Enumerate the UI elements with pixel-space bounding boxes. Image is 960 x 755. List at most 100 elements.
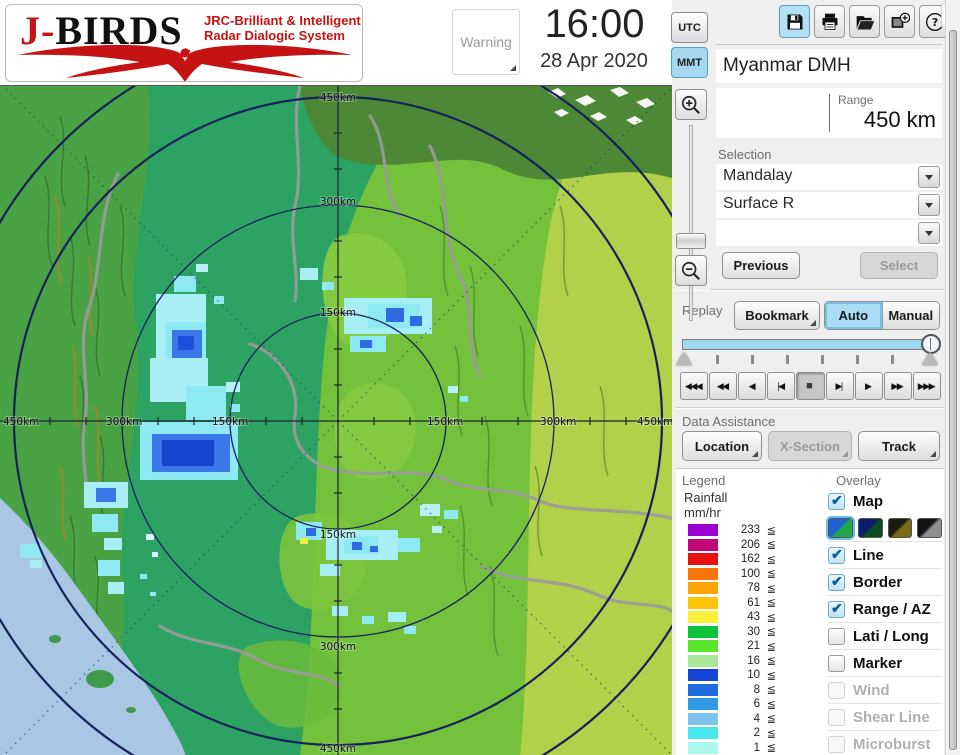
map-style-swatch-4[interactable]: [917, 518, 942, 538]
island: [49, 635, 61, 643]
map-zoom-column: [672, 85, 710, 321]
x-section-button[interactable]: X-Section: [768, 431, 852, 461]
legend-row: 78 ≦: [688, 581, 804, 596]
capture-add-button[interactable]: [884, 5, 915, 38]
chevron-down-icon: [925, 202, 933, 208]
zoom-slider-handle[interactable]: [676, 233, 706, 249]
overlay-label: Range / AZ: [853, 600, 931, 618]
utc-button[interactable]: UTC: [671, 12, 708, 43]
legend-swatch: [688, 698, 718, 711]
replay-timeline-slider[interactable]: [682, 339, 940, 350]
site-dropdown-value: Mandalay: [723, 167, 793, 184]
overlay-row-map[interactable]: Map: [828, 488, 942, 515]
track-button[interactable]: Track: [858, 431, 940, 461]
x-section-label: X-Section: [780, 438, 840, 454]
timeline-end-marker[interactable]: [922, 352, 938, 365]
play-reverse-button[interactable]: ◀: [738, 372, 767, 400]
map-style-row: [826, 515, 942, 541]
ring-label: 300km: [320, 641, 356, 653]
checkbox-unchecked-icon[interactable]: [828, 654, 845, 672]
legend-value: 16: [747, 654, 760, 667]
zoom-out-button[interactable]: [675, 255, 707, 286]
step-forward-button[interactable]: ▶|: [825, 372, 854, 400]
timeline-tick: [751, 355, 754, 364]
legend-value: 100: [740, 567, 760, 580]
dropdown-arrow-button[interactable]: [918, 194, 940, 216]
overlay-label: Border: [853, 573, 903, 591]
overlay-row-range-az[interactable]: Range / AZ: [828, 595, 942, 622]
replay-slider-handle[interactable]: [921, 334, 941, 354]
radar-map-canvas[interactable]: 450km 300km 150km 150km 300km 450km 450k…: [0, 22, 737, 755]
bookmark-label: Bookmark: [745, 308, 809, 323]
forward-button[interactable]: ▶▶: [883, 372, 912, 400]
zoom-in-button[interactable]: [675, 89, 707, 120]
zoom-out-icon: [681, 261, 700, 280]
bookmark-button[interactable]: Bookmark: [734, 301, 820, 330]
play-button[interactable]: ▶: [854, 372, 883, 400]
legend-swatch: [688, 524, 718, 537]
checkbox-checked-icon[interactable]: [828, 600, 845, 618]
overlay-row-lati-long[interactable]: Lati / Long: [828, 622, 942, 649]
forward-fast-button[interactable]: ▶▶▶: [912, 372, 941, 400]
legend-row: 30 ≦: [688, 625, 804, 640]
play-icon: ▶: [865, 380, 872, 391]
map-style-swatch-3[interactable]: [887, 518, 913, 538]
mmt-button[interactable]: MMT: [671, 47, 708, 78]
overlay-label: Line: [853, 546, 884, 564]
checkbox-checked-icon[interactable]: [828, 546, 845, 564]
step-back-button[interactable]: |◀: [767, 372, 796, 400]
option-dropdown[interactable]: [716, 220, 942, 246]
utc-label: UTC: [678, 21, 701, 34]
checkbox-checked-icon[interactable]: [828, 492, 845, 510]
site-dropdown[interactable]: Mandalay: [716, 164, 942, 190]
map-style-swatch-2[interactable]: [857, 518, 883, 538]
overlay-list: Map Line Border Range / AZ Lati / Long M…: [826, 488, 942, 755]
print-button[interactable]: [814, 5, 845, 38]
overlay-label: Microburst: [853, 735, 931, 753]
zoom-slider-track[interactable]: [689, 125, 693, 321]
print-icon: [822, 13, 837, 30]
stop-icon: ■: [806, 380, 813, 392]
map-style-swatch-1[interactable]: [826, 516, 855, 540]
legend-swatch: [688, 567, 718, 580]
legend-unit-line1: Rainfall: [684, 490, 728, 505]
warning-button[interactable]: Warning: [452, 9, 520, 75]
location-label: Location: [694, 438, 750, 454]
checkbox-unchecked-icon[interactable]: [828, 627, 845, 645]
checkbox-checked-icon[interactable]: [828, 573, 845, 591]
previous-button[interactable]: Previous: [722, 252, 800, 279]
ring-label: 150km: [427, 416, 463, 428]
warning-label: Warning: [460, 34, 512, 50]
rewind-button[interactable]: ◀◀: [709, 372, 738, 400]
ring-label: 450km: [3, 416, 39, 428]
auto-mode-button[interactable]: Auto: [825, 302, 882, 329]
dropdown-arrow-button[interactable]: [918, 166, 940, 188]
legend-le-symbol: ≦: [766, 582, 776, 595]
legend-value: 30: [747, 625, 760, 638]
product-dropdown[interactable]: Surface R: [716, 192, 942, 218]
save-button[interactable]: [779, 5, 810, 38]
location-button[interactable]: Location: [682, 431, 762, 461]
open-folder-button[interactable]: [849, 5, 880, 38]
manual-mode-button[interactable]: Manual: [881, 302, 939, 329]
stop-button[interactable]: ■: [796, 372, 825, 400]
dropdown-arrow-button[interactable]: [918, 222, 940, 244]
timeline-start-marker[interactable]: [676, 352, 692, 365]
overlay-row-marker[interactable]: Marker: [828, 649, 942, 676]
clock-date: 28 Apr 2020: [540, 50, 648, 72]
overlay-row-line[interactable]: Line: [828, 541, 942, 568]
legend-row: 4 ≦: [688, 712, 804, 727]
legend-le-symbol: ≦: [766, 597, 776, 610]
legend-swatch: [688, 669, 718, 682]
legend-value: 1: [753, 741, 760, 754]
select-button[interactable]: Select: [860, 252, 938, 279]
timeline-tick: [821, 355, 824, 364]
rewind-fast-button[interactable]: ◀◀◀: [680, 372, 709, 400]
replay-mode-segment: Auto Manual: [824, 301, 940, 330]
timeline-tick: [891, 355, 894, 364]
separator: [676, 289, 944, 291]
panel-resize-bar[interactable]: [949, 30, 957, 750]
overlay-row-border[interactable]: Border: [828, 568, 942, 595]
overlay-section-label: Overlay: [836, 473, 881, 488]
radar-map[interactable]: 450km 300km 150km 150km 300km 450km 450k…: [0, 22, 737, 755]
